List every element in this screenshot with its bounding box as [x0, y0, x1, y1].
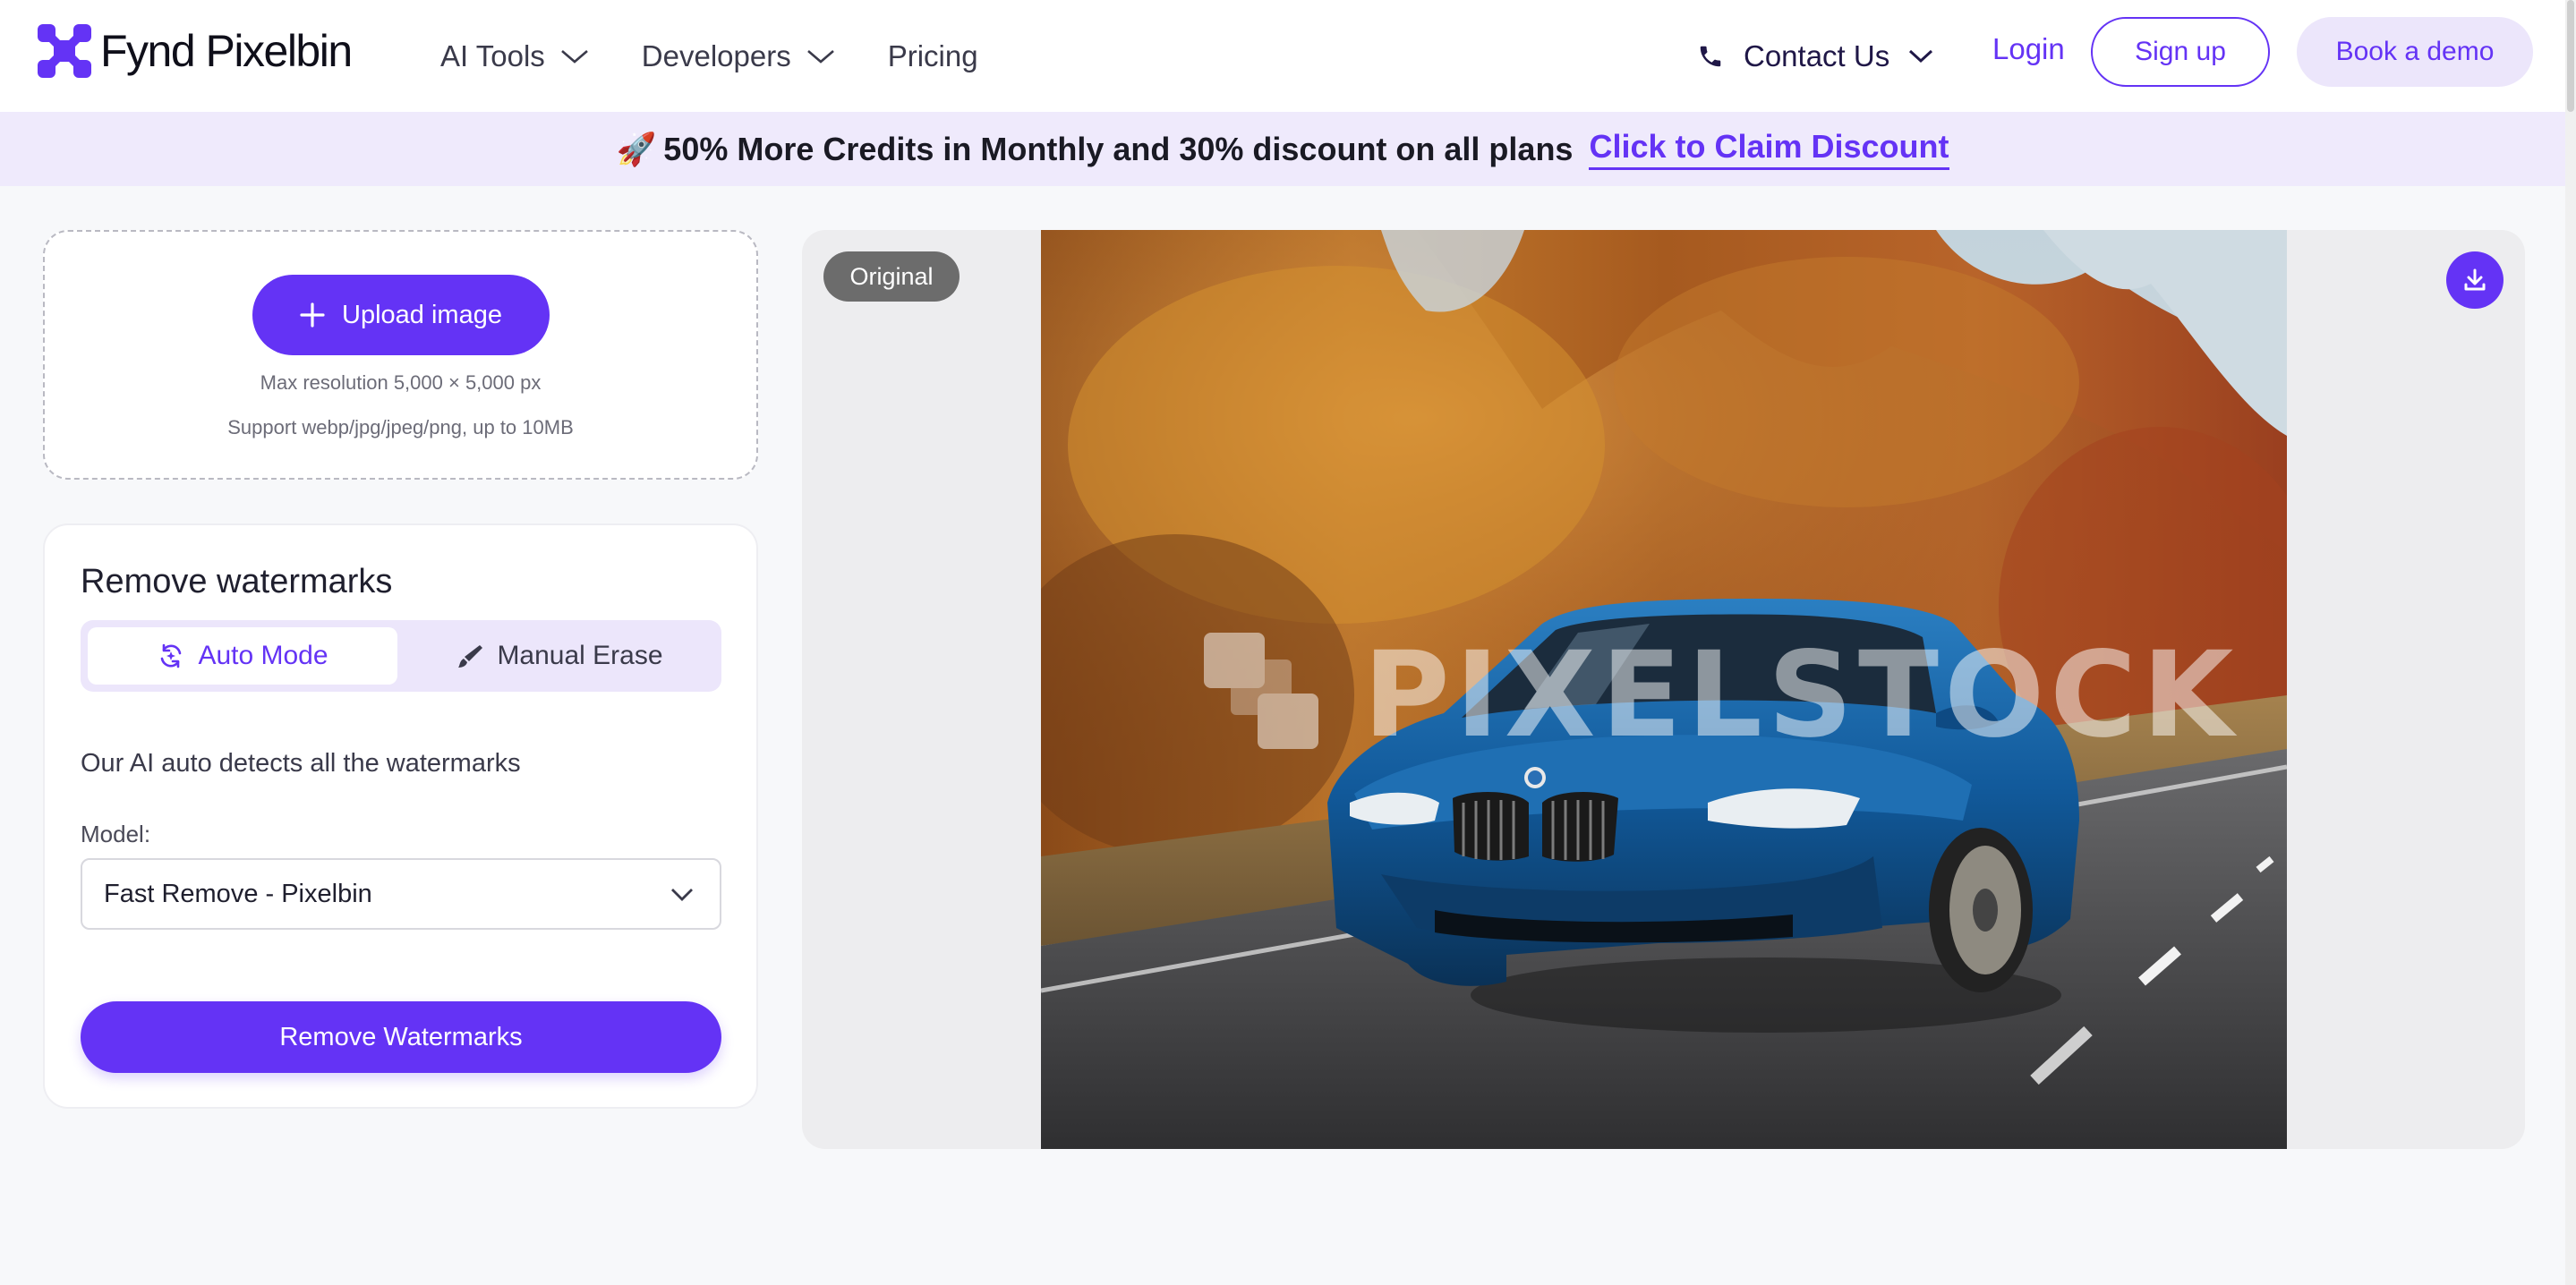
brand-name: Fynd Pixelbin: [100, 26, 353, 76]
supported-formats-note: Support webp/jpg/jpeg/png, up to 10MB: [227, 416, 574, 438]
model-select[interactable]: Fast Remove - Pixelbin: [81, 858, 721, 930]
chevron-down-icon: [671, 889, 693, 901]
rocket-icon: 🚀: [616, 130, 657, 167]
download-button[interactable]: [2446, 251, 2503, 309]
promo-banner: 🚀 50% More Credits in Monthly and 30% di…: [0, 112, 2565, 186]
claim-discount-link[interactable]: Click to Claim Discount: [1589, 128, 1949, 170]
download-icon: [2464, 268, 2486, 291]
chevron-down-icon: [1909, 49, 1933, 63]
image-preview-panel: PIXELSTOCK Original: [802, 230, 2525, 1149]
top-navigation-bar: Fynd Pixelbin AI Tools Developers Pricin…: [0, 0, 2565, 112]
manual-erase-tab[interactable]: Manual Erase: [405, 627, 714, 685]
contact-us-label: Contact Us: [1744, 38, 1890, 72]
auto-mode-label: Auto Mode: [198, 641, 328, 670]
original-badge: Original: [823, 251, 960, 302]
model-label: Model:: [81, 821, 151, 847]
remove-watermarks-button[interactable]: Remove Watermarks: [81, 1001, 721, 1073]
nav-developers-label: Developers: [641, 38, 791, 72]
panel-title: Remove watermarks: [81, 563, 393, 600]
auto-mode-tab[interactable]: Auto Mode: [88, 627, 397, 685]
plus-icon: [300, 302, 325, 328]
brush-icon: [458, 645, 483, 668]
auto-mode-icon: [161, 643, 182, 668]
manual-erase-label: Manual Erase: [497, 641, 663, 670]
nav-ai-tools-label: AI Tools: [440, 38, 545, 72]
page-scrollbar-thumb[interactable]: [2567, 0, 2574, 112]
chevron-down-icon: [560, 49, 588, 64]
mode-toggle: Auto Mode Manual Erase: [81, 620, 721, 692]
book-demo-button[interactable]: Book a demo: [2297, 17, 2533, 87]
nav-ai-tools[interactable]: AI Tools: [440, 39, 590, 73]
upload-image-button[interactable]: Upload image: [252, 275, 550, 355]
promo-text: 50% More Credits in Monthly and 30% disc…: [663, 130, 1574, 167]
chevron-down-icon: [806, 49, 834, 64]
nav-developers[interactable]: Developers: [642, 39, 836, 73]
page-scrollbar-track[interactable]: [2565, 0, 2576, 1285]
signup-button[interactable]: Sign up: [2091, 17, 2270, 87]
main-nav: AI Tools Developers Pricing: [440, 0, 1030, 112]
upload-dropzone[interactable]: Upload image Max resolution 5,000 × 5,00…: [43, 230, 758, 480]
nav-pricing[interactable]: Pricing: [888, 39, 978, 73]
brand-logo[interactable]: Fynd Pixelbin: [36, 22, 353, 80]
preview-image: PIXELSTOCK: [1041, 230, 2287, 1149]
nav-pricing-label: Pricing: [887, 38, 978, 72]
pixelbin-logo-icon: [38, 24, 91, 78]
auto-mode-description: Our AI auto detects all the watermarks: [81, 749, 521, 778]
model-select-value: Fast Remove - Pixelbin: [104, 879, 372, 908]
max-resolution-note: Max resolution 5,000 × 5,000 px: [260, 371, 542, 394]
watermark-settings-panel: Remove watermarks Auto Mode Manual Erase…: [43, 523, 758, 1109]
login-link[interactable]: Login: [1992, 32, 2065, 66]
contact-us-dropdown[interactable]: Contact Us: [1697, 0, 1934, 112]
upload-image-label: Upload image: [342, 300, 502, 329]
watermark-text: PIXELSTOCK: [1363, 626, 2239, 764]
phone-icon: [1700, 46, 1721, 66]
